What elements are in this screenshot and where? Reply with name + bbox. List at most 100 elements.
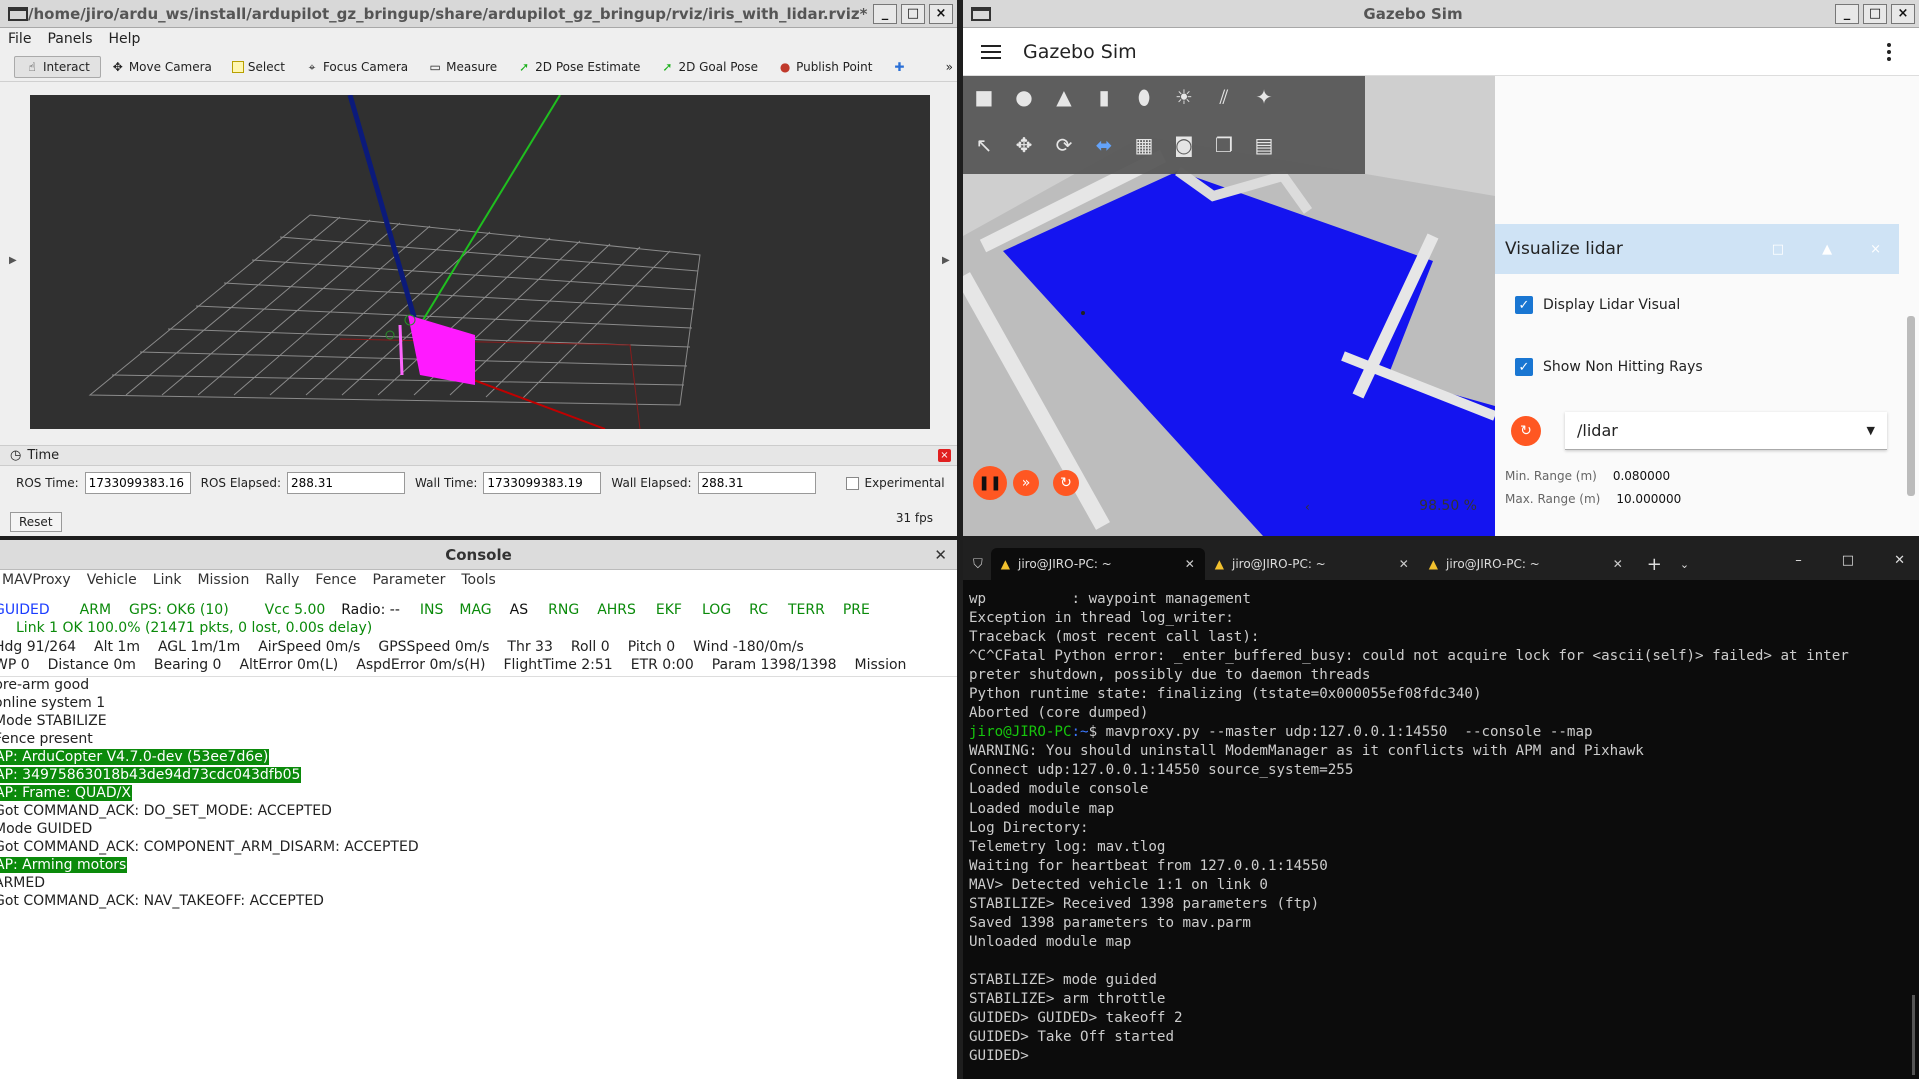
menu-panels[interactable]: Panels [47,31,92,47]
rviz-title-bar[interactable]: /home/jiro/ardu_ws/install/ardupilot_gz_… [0,0,957,28]
terminal-scrollbar[interactable] [1912,995,1915,1075]
wall-elapsed-field[interactable] [697,472,816,494]
reset-simulation-button[interactable]: ↻ [1053,470,1079,496]
panel-collapse-icon[interactable]: ▲ [1822,242,1832,257]
close-tab-icon[interactable]: ✕ [1613,557,1623,571]
window-menu-icon[interactable] [8,6,28,21]
time-panel-close-icon[interactable]: × [938,449,951,462]
maximize-button[interactable]: □ [901,3,925,24]
step-forward-button[interactable]: » [1013,470,1039,496]
hand-icon: ☝ [28,59,36,74]
minimize-button[interactable]: _ [873,3,897,24]
lidar-topic-select[interactable]: /lidar ▼ [1565,412,1887,450]
refresh-topics-button[interactable]: ↻ [1511,416,1541,446]
terminal-output[interactable]: wp : waypoint management Exception in thr… [969,590,1849,1066]
rviz-3d-viewport[interactable] [30,94,930,430]
minimize-icon[interactable]: – [1795,553,1802,568]
close-tab-icon[interactable]: ✕ [1399,557,1409,571]
maximize-button[interactable]: □ [1863,3,1887,24]
status-line-3: Hdg 91/264 Alt 1m AGL 1m/1m AirSpeed 0m/s GP… [0,639,804,655]
terminal-tab-3[interactable]: ▲ jiro@JIRO-PC: ~ ✕ [1419,548,1633,580]
menu-vehicle[interactable]: Vehicle [87,572,137,588]
minimize-button[interactable]: _ [1835,3,1859,24]
show-non-hitting-checkbox[interactable]: ✓ [1515,358,1533,376]
transform-control-icon[interactable]: ⬌ [1091,132,1117,158]
close-button[interactable]: × [929,3,953,24]
gazebo-title-bar[interactable]: Gazebo Sim _ □ × [963,0,1919,28]
tool-select[interactable]: Select [222,57,295,77]
new-tab-icon[interactable]: + [1647,554,1662,575]
tool-measure[interactable]: ▭ Measure [418,57,507,77]
capsule-shape-icon[interactable]: ⬮ [1131,84,1157,110]
menu-file[interactable]: File [8,31,31,47]
translate-mode-icon[interactable]: ✥ [1011,132,1037,158]
tool-2d-goal-pose[interactable]: ➚ 2D Goal Pose [650,57,768,77]
more-options-icon[interactable] [1887,40,1891,64]
ros-time-field[interactable] [84,472,191,494]
tool-2d-pose-estimate[interactable]: ➚ 2D Pose Estimate [507,57,650,77]
hamburger-menu-icon[interactable] [981,41,1001,63]
panel-close-icon[interactable]: × [1870,242,1881,257]
sphere-shape-icon[interactable]: ● [1011,84,1037,110]
panel-scrollbar[interactable] [1907,316,1915,496]
menu-help[interactable]: Help [109,31,141,47]
terminal-tab-2[interactable]: ▲ jiro@JIRO-PC: ~ ✕ [1205,548,1419,580]
display-lidar-row[interactable]: ✓ Display Lidar Visual [1515,296,1680,314]
close-icon[interactable]: ✕ [934,546,947,564]
left-dock-toggle-icon[interactable]: ▶ [9,255,17,266]
cone-shape-icon[interactable]: ▲ [1051,84,1077,110]
menu-tools[interactable]: Tools [461,572,496,588]
tab-dropdown-icon[interactable]: ⌄ [1680,558,1689,571]
window-menu-icon[interactable] [971,6,991,21]
tool-focus-camera[interactable]: ⌖ Focus Camera [295,57,418,77]
wall-time-field[interactable] [483,472,602,494]
toolbar-overflow-button[interactable]: » [936,57,957,77]
tool-publish-point[interactable]: ● Publish Point [768,57,882,77]
spot-light-icon[interactable]: ✦ [1251,84,1277,110]
close-icon[interactable]: ✕ [1894,553,1905,568]
terminal-tab-1[interactable]: ▲ jiro@JIRO-PC: ~ ✕ [990,548,1205,580]
right-dock-toggle-icon[interactable]: ▶ [942,255,950,266]
terminal-line: wp : waypoint management [969,591,1251,607]
close-tab-icon[interactable]: ✕ [1185,557,1195,571]
add-tool-button[interactable]: ✚ [882,57,916,77]
box-shape-icon[interactable]: ■ [971,84,997,110]
screenshot-icon[interactable]: ◙ [1171,132,1197,158]
rotate-mode-icon[interactable]: ⟳ [1051,132,1077,158]
pause-button[interactable]: ❚❚ [973,466,1007,500]
menu-link[interactable]: Link [153,572,182,588]
point-light-icon[interactable]: ☀ [1171,84,1197,110]
console-title-bar[interactable]: Console ✕ [0,540,957,570]
menu-mission[interactable]: Mission [197,572,249,588]
gazebo-3d-scene[interactable]: ■ ● ▲ ▮ ⬮ ☀ ⫽ ✦ ↖ ✥ ⟳ ⬌ ▦ ◙ ❐ ▤ ❚❚ » ↻ ‹… [963,76,1495,536]
reset-button[interactable]: Reset [10,512,62,532]
show-non-hitting-row[interactable]: ✓ Show Non Hitting Rays [1515,358,1703,376]
min-range-row: Min. Range (m) 0.080000 [1505,469,1670,483]
tool-interact[interactable]: ☝ Interact [14,55,101,78]
cylinder-shape-icon[interactable]: ▮ [1091,84,1117,110]
menu-parameter[interactable]: Parameter [373,572,446,588]
min-range-label: Min. Range (m) [1505,469,1597,483]
directional-light-icon[interactable]: ⫽ [1211,84,1237,110]
copy-icon[interactable]: ❐ [1211,132,1237,158]
menu-mavproxy[interactable]: MAVProxy [2,572,71,588]
terminal-line: GUIDED> [969,1048,1029,1065]
chevron-left-icon[interactable]: ‹ [1305,500,1310,514]
menu-fence[interactable]: Fence [315,572,356,588]
experimental-checkbox[interactable] [845,476,859,490]
maximize-icon[interactable]: □ [1842,553,1854,568]
select-mode-icon[interactable]: ↖ [971,132,997,158]
status-field: AHRS [597,602,636,618]
max-range-label: Max. Range (m) [1505,492,1601,506]
fps-readout: 31 fps [895,511,933,525]
close-button[interactable]: × [1891,3,1915,24]
paste-icon[interactable]: ▤ [1251,132,1277,158]
tool-move-camera[interactable]: ✥ Move Camera [101,57,222,77]
grid-snap-icon[interactable]: ▦ [1131,132,1157,158]
panel-restore-icon[interactable]: □ [1772,242,1784,257]
shield-icon: ⛉ [973,556,983,572]
menu-rally[interactable]: Rally [265,572,299,588]
display-lidar-checkbox[interactable]: ✓ [1515,296,1533,314]
ros-elapsed-field[interactable] [287,472,406,494]
status-field: GPSSpeed 0m/s [378,639,490,655]
